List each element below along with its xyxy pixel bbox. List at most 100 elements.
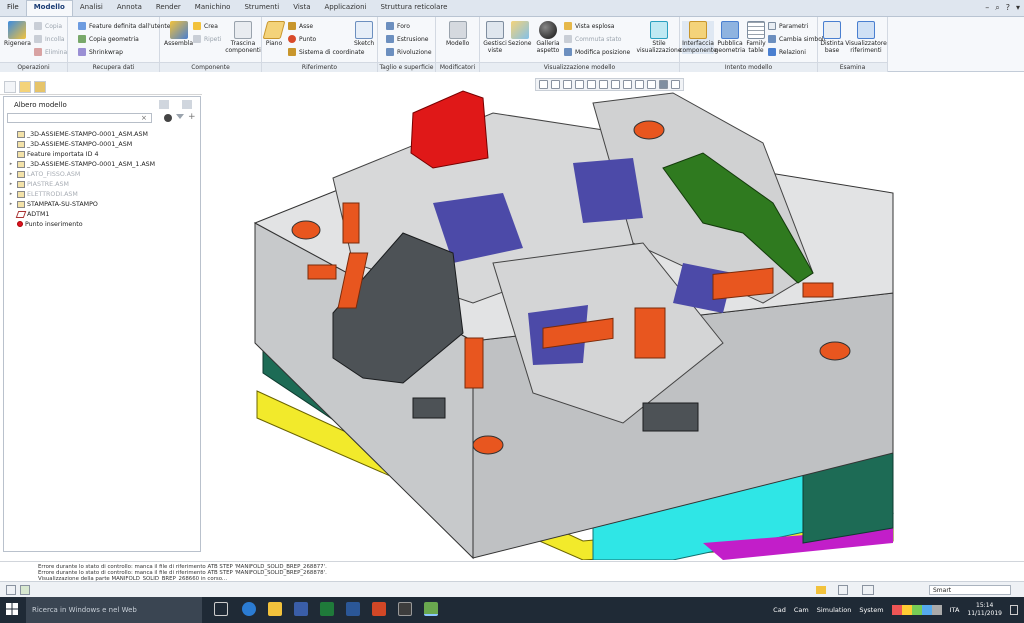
estrusione-button[interactable]: Estrusione <box>386 35 429 43</box>
elimina-button[interactable]: Elimina <box>34 48 67 56</box>
visualizzatore-riferimenti-button[interactable]: Visualizzatore riferimenti <box>845 21 887 54</box>
group-title-taglio-superficie[interactable]: Taglio e superficie <box>378 62 435 72</box>
tray-link[interactable]: Cad <box>773 606 786 614</box>
tree-settings-icon[interactable] <box>159 100 169 109</box>
favorites-tab-icon[interactable] <box>34 80 46 93</box>
tray-link[interactable]: Simulation <box>817 606 852 614</box>
tab-strumenti[interactable]: Strumenti <box>237 1 286 16</box>
tray-link[interactable]: System <box>859 606 883 614</box>
tree-item[interactable]: Feature importata ID 4 <box>7 149 197 159</box>
tree-item[interactable]: ▸ PIASTRE.ASM <box>7 179 197 189</box>
excel-icon[interactable] <box>320 602 334 616</box>
taskbar-search[interactable]: Ricerca in Windows e nel Web <box>26 597 202 623</box>
datum-display-icon[interactable] <box>635 80 644 89</box>
tab-vista[interactable]: Vista <box>286 1 317 16</box>
shrinkwrap-button[interactable]: Shrinkwrap <box>78 48 123 56</box>
group-title-operazioni[interactable]: Operazioni <box>0 62 67 72</box>
file-explorer-icon[interactable] <box>268 602 282 616</box>
assembla-button[interactable]: Assembla <box>164 21 193 47</box>
task-view-icon[interactable] <box>214 602 228 616</box>
search-icon[interactable]: ⌕ <box>995 3 999 13</box>
repaint-icon[interactable] <box>575 80 584 89</box>
expand-arrow-icon[interactable]: ▸ <box>7 171 15 177</box>
zoom-in-icon[interactable] <box>551 80 560 89</box>
sezione-button[interactable]: Sezione <box>508 21 531 47</box>
pubblica-geometria-button[interactable]: Pubblica geometria <box>715 21 745 54</box>
help-icon[interactable]: ? <box>1006 3 1010 13</box>
tree-item[interactable]: ADTM1 <box>7 209 197 219</box>
stile-visualizzazione-button[interactable]: Stile visualizzazione <box>636 21 682 54</box>
expand-arrow-icon[interactable]: ▸ <box>7 181 15 187</box>
powerpoint-icon[interactable] <box>372 602 386 616</box>
perspective-icon[interactable] <box>623 80 632 89</box>
group-title-riferimento[interactable]: Riferimento <box>262 62 377 72</box>
expand-arrow-icon[interactable]: ▸ <box>7 201 15 207</box>
parametri-button[interactable]: Parametri <box>768 22 808 30</box>
mold-assembly-model[interactable] <box>203 73 1024 560</box>
relazioni-button[interactable]: Relazioni <box>768 48 806 56</box>
piano-button[interactable]: Piano <box>262 21 286 47</box>
tab-file[interactable]: File <box>0 1 26 16</box>
spin-center-icon[interactable] <box>659 80 668 89</box>
tree-item[interactable]: _3D-ASSIEME-STAMPO-0001_ASM <box>7 139 197 149</box>
display-style-icon[interactable] <box>587 80 596 89</box>
tab-applicazioni[interactable]: Applicazioni <box>317 1 373 16</box>
rivoluzione-button[interactable]: Rivoluzione <box>386 48 432 56</box>
add-column-icon[interactable]: + <box>188 112 196 122</box>
foro-button[interactable]: Foro <box>386 22 410 30</box>
edge-icon[interactable] <box>242 602 256 616</box>
feature-utente-button[interactable]: Feature definita dall'utente <box>78 22 170 30</box>
annotation-display-icon[interactable] <box>647 80 656 89</box>
group-title-intento-modello[interactable]: Intento modello <box>680 62 817 72</box>
minimize-icon[interactable]: – <box>985 3 989 13</box>
find-icon[interactable] <box>838 585 848 595</box>
app-icon[interactable] <box>398 602 412 616</box>
model-tree-tab-icon[interactable] <box>4 80 16 93</box>
group-title-esamina[interactable]: Esamina <box>818 62 887 72</box>
group-title-visualizzazione-modello[interactable]: Visualizzazione modello <box>480 62 679 72</box>
interfaccia-componente-button[interactable]: Interfaccia componente <box>679 21 717 54</box>
creo-icon[interactable] <box>424 602 438 616</box>
binoculars-icon[interactable] <box>164 114 172 122</box>
clear-search-icon[interactable]: × <box>141 114 147 122</box>
incolla-button[interactable]: Incolla <box>34 35 65 43</box>
tree-search-input[interactable] <box>7 113 152 123</box>
refit-icon[interactable] <box>539 80 548 89</box>
tab-analisi[interactable]: Analisi <box>73 1 110 16</box>
word-icon[interactable] <box>346 602 360 616</box>
copia-geometria-button[interactable]: Copia geometria <box>78 35 139 43</box>
vista-esplosa-button[interactable]: Vista esplosa <box>564 22 614 30</box>
sistema-coordinate-button[interactable]: Sistema di coordinate <box>288 48 364 56</box>
browser-icon[interactable] <box>20 585 30 595</box>
modifica-posizione-button[interactable]: Modifica posizione <box>564 48 630 56</box>
saved-orientations-icon[interactable] <box>599 80 608 89</box>
expand-icon[interactable]: ▾ <box>1016 3 1020 13</box>
tray-icons[interactable] <box>891 605 942 615</box>
crea-button[interactable]: Crea <box>193 22 218 30</box>
tree-item[interactable]: ▸ STAMPATA-SU-STAMPO <box>7 199 197 209</box>
expand-arrow-icon[interactable]: ▸ <box>7 191 15 197</box>
selection-filter-dropdown[interactable]: Smart <box>929 585 1011 595</box>
distinta-base-button[interactable]: Distinta base <box>820 21 844 54</box>
view-manager-icon[interactable] <box>611 80 620 89</box>
galleria-aspetto-button[interactable]: Galleria aspetto <box>535 21 561 54</box>
tab-struttura-reticolare[interactable]: Struttura reticolare <box>373 1 454 16</box>
tree-item[interactable]: ▸ _3D-ASSIEME-STAMPO-0001_ASM_1.ASM <box>7 159 197 169</box>
group-title-modificatori[interactable]: Modificatori <box>436 62 479 72</box>
tab-render[interactable]: Render <box>149 1 188 16</box>
tab-annota[interactable]: Annota <box>110 1 149 16</box>
tab-modello[interactable]: Modello <box>25 0 73 16</box>
clock[interactable]: 15:14 11/11/2019 <box>967 602 1002 618</box>
show-options-icon[interactable] <box>182 100 192 109</box>
cambia-simboli-button[interactable]: Cambia simboli <box>768 35 825 43</box>
tree-item[interactable]: ▸ LATO_FISSO.ASM <box>7 169 197 179</box>
copia-button[interactable]: Copia <box>34 22 62 30</box>
sketch-button[interactable]: Sketch <box>354 21 374 47</box>
group-title-componente[interactable]: Componente <box>160 62 261 72</box>
tree-item[interactable]: Punto inserimento <box>7 219 197 229</box>
windows-start-icon[interactable] <box>6 603 18 615</box>
notifications-icon[interactable] <box>1010 605 1018 615</box>
filter-icon[interactable] <box>176 114 184 122</box>
family-table-button[interactable]: Family table <box>746 21 766 54</box>
modello-button[interactable]: Modello <box>446 21 469 47</box>
